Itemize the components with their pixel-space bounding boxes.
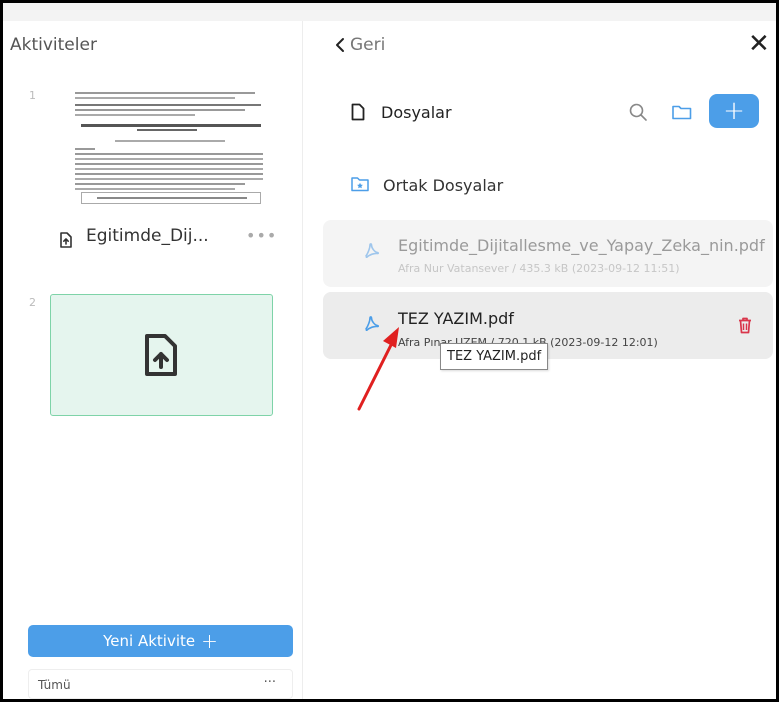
file-tooltip: TEZ YAZIM.pdf xyxy=(440,343,549,370)
files-heading: Dosyalar xyxy=(381,103,452,122)
activity-number-1: 1 xyxy=(29,89,36,102)
activity-filter-select[interactable]: Tümü ··· xyxy=(28,669,293,699)
activity-more-button[interactable]: ••• xyxy=(246,226,277,245)
folder-icon[interactable] xyxy=(672,104,692,120)
file-upload-icon xyxy=(145,334,177,376)
document-icon xyxy=(351,103,365,121)
pdf-icon xyxy=(365,243,379,258)
add-file-button[interactable]: + xyxy=(709,94,759,128)
new-activity-button[interactable]: Yeni Aktivite + xyxy=(28,625,293,657)
close-icon[interactable]: ✕ xyxy=(748,31,770,57)
search-icon[interactable] xyxy=(628,102,648,122)
file-name[interactable]: Egitimde_Dijitallesme_ve_Yapay_Zeka_nin.… xyxy=(398,236,765,255)
file-upload-icon xyxy=(60,232,72,248)
new-activity-label: Yeni Aktivite xyxy=(103,632,196,650)
back-button[interactable]: Geri xyxy=(334,35,385,55)
shared-folder-icon xyxy=(351,177,369,192)
activity-thumbnail[interactable] xyxy=(67,86,273,210)
shared-files-link[interactable]: Ortak Dosyalar xyxy=(383,176,503,195)
activity-number-2: 2 xyxy=(29,296,36,309)
activities-title: Aktiviteler xyxy=(10,35,97,55)
filter-value: Tümü xyxy=(38,678,71,692)
back-label: Geri xyxy=(350,35,386,55)
top-strip xyxy=(3,3,776,21)
activity-card-selected[interactable] xyxy=(50,294,273,416)
plus-icon: + xyxy=(201,629,218,653)
app-window: Aktiviteler 1 Egitimde_Dij... ••• 2 Yeni… xyxy=(0,0,779,702)
file-name[interactable]: TEZ YAZIM.pdf xyxy=(398,309,514,328)
trash-icon[interactable] xyxy=(738,317,752,334)
annotation-arrow-icon xyxy=(357,327,399,411)
activity-label[interactable]: Egitimde_Dij... xyxy=(86,226,209,246)
file-meta: Afra Nur Vatansever / 435.3 kB (2023-09-… xyxy=(398,262,680,275)
filter-more-icon[interactable]: ··· xyxy=(264,675,276,690)
chevron-left-icon xyxy=(336,38,344,52)
activities-panel: Aktiviteler 1 Egitimde_Dij... ••• 2 Yeni… xyxy=(3,21,303,699)
